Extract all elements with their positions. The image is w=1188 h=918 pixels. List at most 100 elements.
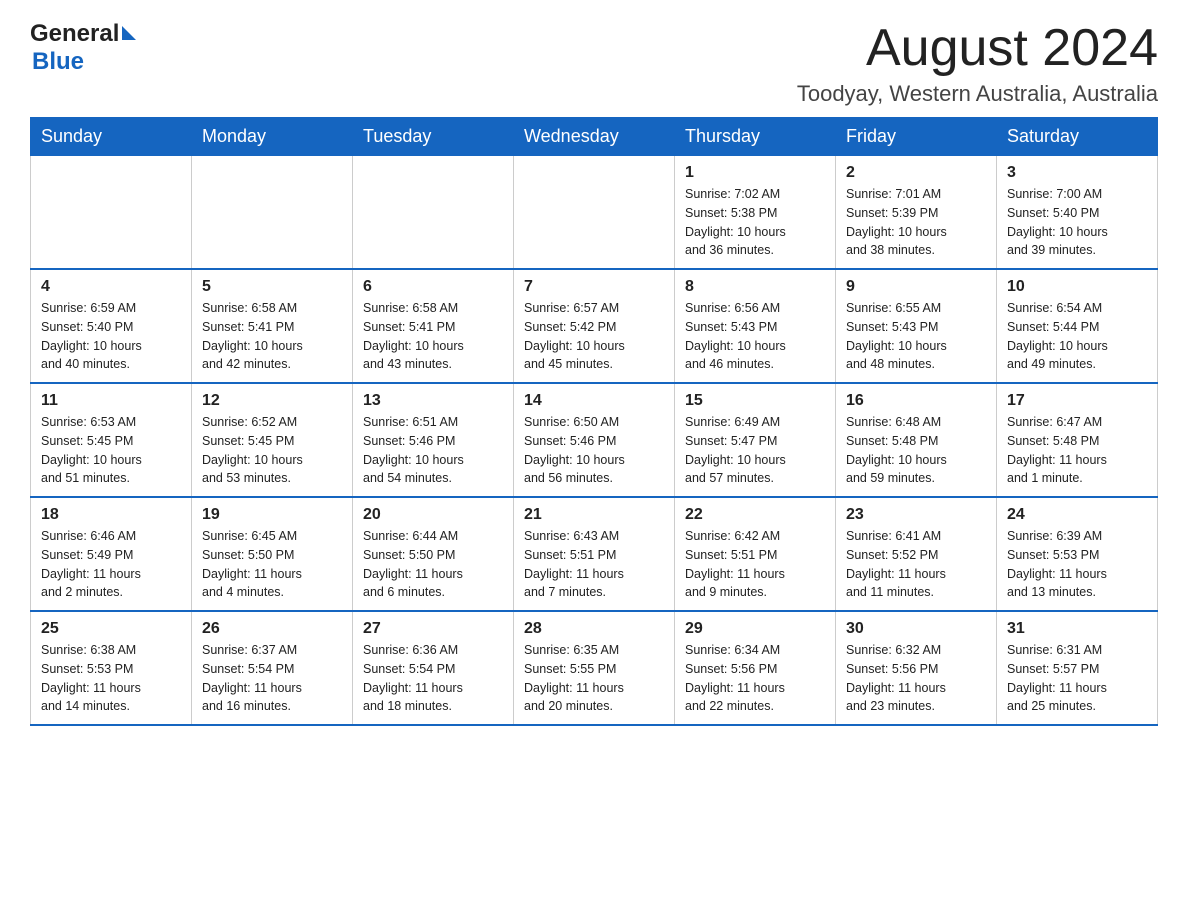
calendar-cell: 8 Sunrise: 6:56 AMSunset: 5:43 PMDaylight… [675, 269, 836, 383]
day-info: Sunrise: 6:42 AMSunset: 5:51 PMDaylight:… [685, 527, 825, 602]
calendar-cell: 18Sunrise: 6:46 AMSunset: 5:49 PMDayligh… [31, 497, 192, 611]
weekday-header-monday: Monday [192, 118, 353, 156]
calendar-week-row: 11Sunrise: 6:53 AMSunset: 5:45 PMDayligh… [31, 383, 1158, 497]
calendar-cell: 11Sunrise: 6:53 AMSunset: 5:45 PMDayligh… [31, 383, 192, 497]
day-info: Sunrise: 6:36 AMSunset: 5:54 PMDaylight:… [363, 641, 503, 716]
day-info: Sunrise: 6:48 AMSunset: 5:48 PMDaylight:… [846, 413, 986, 488]
day-info: Sunrise: 6:41 AMSunset: 5:52 PMDaylight:… [846, 527, 986, 602]
calendar-cell: 12 Sunrise: 6:52 AMSunset: 5:45 PMDayligh… [192, 383, 353, 497]
weekday-header-saturday: Saturday [997, 118, 1158, 156]
calendar-cell: 17 Sunrise: 6:47 AMSunset: 5:48 PMDayligh… [997, 383, 1158, 497]
day-number: 10 [1007, 278, 1147, 296]
calendar-cell: 4Sunrise: 6:59 AMSunset: 5:40 PMDaylight… [31, 269, 192, 383]
calendar-cell: 26Sunrise: 6:37 AMSunset: 5:54 PMDayligh… [192, 611, 353, 725]
day-info: Sunrise: 6:55 AMSunset: 5:43 PMDaylight:… [846, 299, 986, 374]
day-number: 7 [524, 278, 664, 296]
day-number: 4 [41, 278, 181, 296]
calendar-header-row: SundayMondayTuesdayWednesdayThursdayFrid… [31, 118, 1158, 156]
day-info: Sunrise: 6:43 AMSunset: 5:51 PMDaylight:… [524, 527, 664, 602]
calendar-cell: 7 Sunrise: 6:57 AMSunset: 5:42 PMDaylight… [514, 269, 675, 383]
calendar-week-row: 18Sunrise: 6:46 AMSunset: 5:49 PMDayligh… [31, 497, 1158, 611]
weekday-header-friday: Friday [836, 118, 997, 156]
day-number: 1 [685, 164, 825, 182]
day-number: 21 [524, 506, 664, 524]
day-number: 16 [846, 392, 986, 410]
day-number: 3 [1007, 164, 1147, 182]
calendar-cell: 6Sunrise: 6:58 AMSunset: 5:41 PMDaylight… [353, 269, 514, 383]
calendar-table: SundayMondayTuesdayWednesdayThursdayFrid… [30, 117, 1158, 726]
calendar-cell: 10Sunrise: 6:54 AMSunset: 5:44 PMDayligh… [997, 269, 1158, 383]
weekday-header-thursday: Thursday [675, 118, 836, 156]
day-info: Sunrise: 7:02 AMSunset: 5:38 PMDaylight:… [685, 185, 825, 260]
day-info: Sunrise: 6:51 AMSunset: 5:46 PMDaylight:… [363, 413, 503, 488]
day-number: 27 [363, 620, 503, 638]
day-info: Sunrise: 6:34 AMSunset: 5:56 PMDaylight:… [685, 641, 825, 716]
month-title: August 2024 [797, 20, 1158, 77]
calendar-cell: 5 Sunrise: 6:58 AMSunset: 5:41 PMDaylight… [192, 269, 353, 383]
weekday-header-wednesday: Wednesday [514, 118, 675, 156]
day-info: Sunrise: 6:50 AMSunset: 5:46 PMDaylight:… [524, 413, 664, 488]
calendar-week-row: 4Sunrise: 6:59 AMSunset: 5:40 PMDaylight… [31, 269, 1158, 383]
calendar-cell: 28 Sunrise: 6:35 AMSunset: 5:55 PMDayligh… [514, 611, 675, 725]
calendar-cell [353, 156, 514, 270]
day-number: 5 [202, 278, 342, 296]
calendar-cell: 21 Sunrise: 6:43 AMSunset: 5:51 PMDayligh… [514, 497, 675, 611]
day-number: 12 [202, 392, 342, 410]
day-info: Sunrise: 6:32 AMSunset: 5:56 PMDaylight:… [846, 641, 986, 716]
title-block: August 2024 Toodyay, Western Australia, … [797, 20, 1158, 107]
day-number: 17 [1007, 392, 1147, 410]
day-info: Sunrise: 6:58 AMSunset: 5:41 PMDaylight:… [202, 299, 342, 374]
page-header: General Blue August 2024 Toodyay, Wester… [30, 20, 1158, 107]
day-number: 8 [685, 278, 825, 296]
calendar-cell: 24 Sunrise: 6:39 AMSunset: 5:53 PMDayligh… [997, 497, 1158, 611]
calendar-week-row: 1 Sunrise: 7:02 AMSunset: 5:38 PMDaylight… [31, 156, 1158, 270]
calendar-cell: 31Sunrise: 6:31 AMSunset: 5:57 PMDayligh… [997, 611, 1158, 725]
calendar-week-row: 25 Sunrise: 6:38 AMSunset: 5:53 PMDayligh… [31, 611, 1158, 725]
calendar-cell: 16 Sunrise: 6:48 AMSunset: 5:48 PMDayligh… [836, 383, 997, 497]
calendar-cell: 15Sunrise: 6:49 AMSunset: 5:47 PMDayligh… [675, 383, 836, 497]
calendar-cell [31, 156, 192, 270]
calendar-cell: 25 Sunrise: 6:38 AMSunset: 5:53 PMDayligh… [31, 611, 192, 725]
day-number: 6 [363, 278, 503, 296]
day-info: Sunrise: 6:37 AMSunset: 5:54 PMDaylight:… [202, 641, 342, 716]
day-info: Sunrise: 6:52 AMSunset: 5:45 PMDaylight:… [202, 413, 342, 488]
calendar-cell: 1 Sunrise: 7:02 AMSunset: 5:38 PMDaylight… [675, 156, 836, 270]
day-info: Sunrise: 6:56 AMSunset: 5:43 PMDaylight:… [685, 299, 825, 374]
day-number: 22 [685, 506, 825, 524]
weekday-header-sunday: Sunday [31, 118, 192, 156]
calendar-cell: 2 Sunrise: 7:01 AMSunset: 5:39 PMDaylight… [836, 156, 997, 270]
day-number: 23 [846, 506, 986, 524]
day-info: Sunrise: 6:57 AMSunset: 5:42 PMDaylight:… [524, 299, 664, 374]
day-number: 14 [524, 392, 664, 410]
day-number: 19 [202, 506, 342, 524]
day-info: Sunrise: 7:01 AMSunset: 5:39 PMDaylight:… [846, 185, 986, 260]
day-number: 11 [41, 392, 181, 410]
calendar-cell: 19 Sunrise: 6:45 AMSunset: 5:50 PMDayligh… [192, 497, 353, 611]
calendar-cell: 9 Sunrise: 6:55 AMSunset: 5:43 PMDaylight… [836, 269, 997, 383]
logo-triangle-icon [122, 26, 136, 40]
logo: General Blue [30, 20, 136, 76]
day-info: Sunrise: 6:39 AMSunset: 5:53 PMDaylight:… [1007, 527, 1147, 602]
day-number: 28 [524, 620, 664, 638]
day-info: Sunrise: 6:49 AMSunset: 5:47 PMDaylight:… [685, 413, 825, 488]
calendar-cell: 20Sunrise: 6:44 AMSunset: 5:50 PMDayligh… [353, 497, 514, 611]
day-info: Sunrise: 6:47 AMSunset: 5:48 PMDaylight:… [1007, 413, 1147, 488]
day-info: Sunrise: 6:46 AMSunset: 5:49 PMDaylight:… [41, 527, 181, 602]
calendar-cell [514, 156, 675, 270]
calendar-cell: 30 Sunrise: 6:32 AMSunset: 5:56 PMDayligh… [836, 611, 997, 725]
day-number: 2 [846, 164, 986, 182]
day-info: Sunrise: 6:35 AMSunset: 5:55 PMDaylight:… [524, 641, 664, 716]
calendar-cell: 23 Sunrise: 6:41 AMSunset: 5:52 PMDayligh… [836, 497, 997, 611]
calendar-cell: 13Sunrise: 6:51 AMSunset: 5:46 PMDayligh… [353, 383, 514, 497]
day-info: Sunrise: 6:45 AMSunset: 5:50 PMDaylight:… [202, 527, 342, 602]
calendar-cell [192, 156, 353, 270]
day-number: 25 [41, 620, 181, 638]
calendar-cell: 22 Sunrise: 6:42 AMSunset: 5:51 PMDayligh… [675, 497, 836, 611]
day-number: 24 [1007, 506, 1147, 524]
day-number: 30 [846, 620, 986, 638]
day-number: 29 [685, 620, 825, 638]
day-info: Sunrise: 6:38 AMSunset: 5:53 PMDaylight:… [41, 641, 181, 716]
weekday-header-tuesday: Tuesday [353, 118, 514, 156]
day-number: 9 [846, 278, 986, 296]
day-number: 20 [363, 506, 503, 524]
